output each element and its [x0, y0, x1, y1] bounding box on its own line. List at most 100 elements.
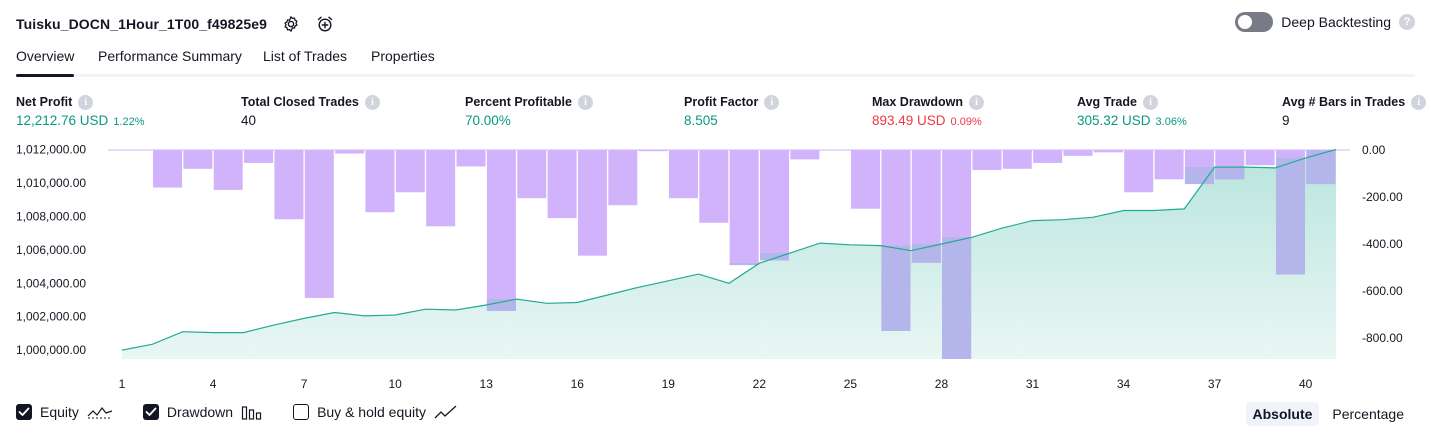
drawdown-bar — [547, 150, 577, 219]
chart-legend: Equity Drawdown Buy & hold equity — [16, 404, 488, 420]
info-icon[interactable]: i — [364, 94, 380, 110]
drawdown-bar — [972, 150, 1002, 170]
report-tabs: Overview Performance Summary List of Tra… — [16, 46, 1415, 77]
left-axis-tick: 1,006,000.00 — [16, 243, 86, 257]
legend-drawdown[interactable]: Drawdown — [142, 404, 263, 420]
drawdown-bar — [365, 150, 395, 213]
right-axis-tick: 0.00 — [1362, 143, 1386, 157]
stat-label: Total Closed Trades — [241, 95, 359, 109]
drawdown-bar — [304, 150, 334, 298]
info-icon[interactable]: i — [577, 94, 593, 110]
legend-equity[interactable]: Equity — [16, 404, 113, 420]
equity-area — [122, 149, 1336, 359]
tab-list-of-trades[interactable]: List of Trades — [263, 48, 347, 74]
legend-buy-hold-label: Buy & hold equity — [317, 404, 427, 420]
stat-percent-profitable: Percent Profitable i 70.00% — [465, 93, 593, 128]
info-icon[interactable]: i — [1142, 94, 1158, 110]
drawdown-bar-overlap — [942, 237, 972, 359]
deep-backtesting-toggle[interactable] — [1235, 12, 1274, 32]
legend-equity-label: Equity — [40, 404, 79, 420]
drawdown-bar — [486, 150, 516, 311]
equity-checkbox[interactable] — [16, 404, 32, 420]
right-axis-tick: -200.00 — [1362, 190, 1403, 204]
drawdown-bar-overlap — [1184, 167, 1214, 185]
percentage-button[interactable]: Percentage — [1325, 402, 1411, 426]
tab-properties[interactable]: Properties — [371, 48, 435, 74]
x-axis-tick: 40 — [1299, 377, 1313, 390]
drawdown-bar — [456, 150, 486, 167]
drawdown-bar — [153, 150, 183, 188]
left-axis-tick: 1,002,000.00 — [16, 310, 86, 324]
drawdown-bar — [213, 150, 243, 190]
stat-value: 40 — [241, 113, 257, 128]
drawdown-bar — [760, 150, 790, 261]
drawdown-checkbox[interactable] — [142, 404, 159, 420]
drawdown-bar-overlap — [1215, 167, 1245, 180]
drawdown-bar — [1063, 150, 1093, 156]
x-axis-tick: 22 — [753, 377, 767, 390]
x-axis-tick: 16 — [571, 377, 585, 390]
stat-total-closed-trades: Total Closed Trades i 40 — [241, 93, 380, 128]
legend-drawdown-label: Drawdown — [166, 404, 234, 420]
legend-buy-hold[interactable]: Buy & hold equity — [293, 404, 458, 420]
drawdown-bar — [395, 150, 425, 193]
question-icon[interactable]: ? — [1399, 14, 1415, 30]
drawdown-bar-overlap — [881, 245, 911, 331]
absolute-button[interactable]: Absolute — [1245, 402, 1320, 426]
info-icon[interactable]: i — [764, 94, 780, 110]
strategy-header: Tuisku_DOCN_1Hour_1T00_f49825e9 — [16, 10, 335, 38]
x-axis-tick: 28 — [935, 377, 949, 390]
drawdown-bar — [790, 150, 820, 160]
right-axis-tick: -400.00 — [1362, 237, 1403, 251]
strategy-title: Tuisku_DOCN_1Hour_1T00_f49825e9 — [16, 16, 268, 32]
tab-performance-summary[interactable]: Performance Summary — [98, 48, 242, 74]
x-axis-tick: 31 — [1026, 377, 1040, 390]
left-axis-tick: 1,010,000.00 — [16, 176, 86, 190]
drawdown-bar — [183, 150, 213, 169]
drawdown-bar — [244, 150, 274, 163]
deep-backtesting-label: Deep Backtesting — [1281, 14, 1391, 30]
x-axis-tick: 1 — [119, 377, 126, 390]
drawdown-bar — [577, 150, 607, 256]
buy-hold-checkbox[interactable] — [293, 404, 310, 420]
stat-label: Percent Profitable — [465, 95, 572, 109]
stat-label: Max Drawdown — [872, 95, 963, 109]
equity-line-icon — [87, 407, 113, 419]
left-axis-tick: 1,012,000.00 — [16, 143, 86, 157]
drawdown-bar-overlap — [486, 299, 516, 311]
drawdown-bar — [851, 150, 881, 209]
stat-label: Avg Trade — [1077, 95, 1137, 109]
add-alarm-icon[interactable] — [315, 14, 335, 34]
bars-icon — [241, 406, 262, 420]
stat-profit-factor: Profit Factor i 8.505 — [684, 93, 780, 128]
drawdown-bar — [335, 150, 365, 154]
stat-value: 70.00% — [465, 113, 511, 128]
info-icon[interactable]: i — [969, 94, 984, 110]
equity-drawdown-chart[interactable]: 1,012,000.00 1,010,000.00 1,008,000.00 1,00… — [0, 140, 1431, 391]
info-icon[interactable]: i — [78, 94, 94, 110]
x-axis-tick: 7 — [301, 377, 308, 390]
x-axis-tick: 4 — [210, 377, 217, 390]
stat-percent: 3.06% — [1155, 116, 1187, 128]
stat-value: 8.505 — [684, 113, 718, 128]
drawdown-bar — [638, 150, 668, 152]
deep-backtesting: Deep Backtesting ? — [1235, 12, 1415, 32]
drawdown-bar — [1093, 150, 1123, 153]
toggle-knob — [1238, 15, 1253, 29]
x-axis-tick: 37 — [1208, 377, 1222, 390]
info-icon[interactable]: i — [1411, 94, 1427, 110]
stat-max-drawdown: Max Drawdown i 893.49 USD 0.09% — [872, 93, 984, 128]
x-axis-tick: 19 — [662, 377, 676, 390]
stat-value: 893.49 USD — [872, 113, 946, 128]
drawdown-bar — [1033, 150, 1063, 163]
tab-overview[interactable]: Overview — [16, 48, 75, 77]
stat-net-profit: Net Profit i 12,212.76 USD 1.22% — [16, 93, 145, 128]
x-axis-tick: 34 — [1117, 377, 1131, 390]
drawdown-bar — [699, 150, 729, 223]
drawdown-bar — [1245, 150, 1275, 166]
left-axis-tick: 1,004,000.00 — [16, 276, 86, 290]
stat-avg-bars: Avg # Bars in Trades i 9 — [1282, 93, 1427, 128]
gear-icon[interactable] — [281, 14, 301, 34]
stat-value: 305.32 USD — [1077, 113, 1151, 128]
left-axis-tick: 1,008,000.00 — [16, 209, 86, 223]
